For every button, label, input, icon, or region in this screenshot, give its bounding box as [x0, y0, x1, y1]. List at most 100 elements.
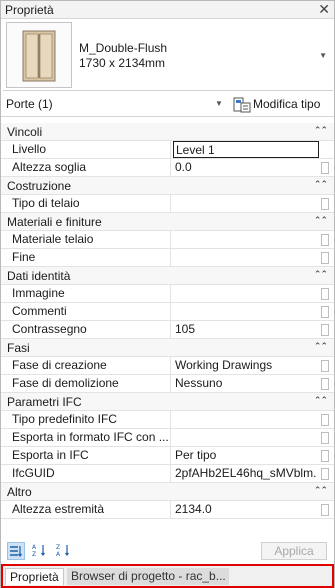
- group-label: Costruzione: [7, 179, 72, 193]
- svg-text:A: A: [32, 544, 37, 551]
- panel-tab-bar: Proprietà Browser di progetto - rac_b...: [1, 564, 334, 588]
- associate-parameter-button[interactable]: [321, 414, 329, 426]
- property-name: Commenti: [1, 303, 171, 321]
- svg-text:Z: Z: [32, 551, 36, 558]
- property-value[interactable]: 2134.0: [173, 501, 316, 519]
- property-row: Fase di demolizione Nessuno: [1, 375, 334, 393]
- property-value[interactable]: Level 1: [173, 141, 319, 158]
- property-row: Materiale telaio: [1, 231, 334, 249]
- collapse-icon[interactable]: ⌃⌃: [314, 395, 328, 406]
- close-icon[interactable]: ✕: [318, 1, 330, 18]
- associate-parameter-button[interactable]: [321, 432, 329, 444]
- chevron-down-icon[interactable]: ▼: [215, 99, 223, 108]
- property-name: Fine: [1, 249, 171, 267]
- property-name: Livello: [1, 141, 171, 159]
- property-name: Tipo predefinito IFC: [1, 411, 171, 429]
- property-value[interactable]: [173, 303, 316, 321]
- edit-type-label: Modifica tipo: [253, 97, 321, 111]
- type-name-block: M_Double-Flush 1730 x 2134mm: [79, 41, 167, 71]
- property-value[interactable]: [173, 195, 316, 213]
- property-group-header[interactable]: Dati identità ⌃⌃: [1, 267, 334, 285]
- property-value[interactable]: 2pfAHb2EL46hq_sMVblm...: [173, 465, 316, 483]
- associate-parameter-button[interactable]: [321, 504, 329, 516]
- chevron-down-icon[interactable]: ▼: [319, 51, 327, 60]
- svg-text:A: A: [56, 551, 61, 558]
- selection-filter-dropdown[interactable]: Porte (1): [6, 97, 53, 111]
- property-value[interactable]: Nessuno: [173, 375, 316, 393]
- property-value[interactable]: [173, 285, 316, 303]
- group-label: Dati identità: [7, 269, 71, 283]
- property-value[interactable]: Per tipo: [173, 447, 316, 465]
- tab-project-browser[interactable]: Browser di progetto - rac_b...: [67, 568, 229, 585]
- property-group-header[interactable]: Vincoli ⌃⌃: [1, 123, 334, 141]
- type-size: 1730 x 2134mm: [79, 56, 166, 70]
- property-value[interactable]: [173, 231, 316, 249]
- group-label: Fasi: [7, 341, 30, 355]
- associate-parameter-button[interactable]: [321, 468, 329, 480]
- apply-button[interactable]: Applica: [261, 542, 327, 560]
- property-group-header[interactable]: Materiali e finiture ⌃⌃: [1, 213, 334, 231]
- property-name: Altezza soglia: [1, 159, 171, 177]
- group-label: Parametri IFC: [7, 395, 82, 409]
- associate-parameter-button[interactable]: [321, 360, 329, 372]
- panel-title: Proprietà: [5, 3, 54, 17]
- edit-type-icon: [233, 97, 251, 113]
- associate-parameter-button[interactable]: [321, 162, 329, 174]
- associate-parameter-button[interactable]: [321, 252, 329, 264]
- sort-by-group-icon[interactable]: [7, 542, 25, 560]
- property-name: IfcGUID: [1, 465, 171, 483]
- collapse-icon[interactable]: ⌃⌃: [314, 485, 328, 496]
- door-thumbnail: [6, 22, 72, 88]
- property-name: Materiale telaio: [1, 231, 171, 249]
- selection-filter-row: Porte (1) ▼ Modifica tipo: [1, 93, 334, 117]
- property-name: Contrassegno: [1, 321, 171, 339]
- property-value[interactable]: [173, 429, 316, 447]
- collapse-icon[interactable]: ⌃⌃: [314, 179, 328, 190]
- property-row: Esporta in IFC Per tipo: [1, 447, 334, 465]
- property-row: Commenti: [1, 303, 334, 321]
- property-row: Tipo predefinito IFC: [1, 411, 334, 429]
- associate-parameter-button[interactable]: [321, 324, 329, 336]
- type-selector[interactable]: M_Double-Flush 1730 x 2134mm ▼: [3, 20, 333, 91]
- property-row: Tipo di telaio: [1, 195, 334, 213]
- collapse-icon[interactable]: ⌃⌃: [314, 215, 328, 226]
- sort-descending-icon[interactable]: Z A: [55, 542, 73, 560]
- property-value[interactable]: 105: [173, 321, 316, 339]
- bottom-toolbar: A Z Z A Applica: [1, 539, 334, 563]
- property-row: Esporta in formato IFC con ...: [1, 429, 334, 447]
- property-value[interactable]: Working Drawings: [173, 357, 316, 375]
- property-value[interactable]: 0.0: [173, 159, 316, 177]
- group-label: Materiali e finiture: [7, 215, 102, 229]
- associate-parameter-button[interactable]: [321, 306, 329, 318]
- type-name: M_Double-Flush: [79, 41, 168, 55]
- properties-panel: Proprietà ✕ M_Double-Flush 1730 x 2134mm…: [0, 0, 335, 588]
- property-row: Contrassegno 105: [1, 321, 334, 339]
- property-group-header[interactable]: Costruzione ⌃⌃: [1, 177, 334, 195]
- collapse-icon[interactable]: ⌃⌃: [314, 269, 328, 280]
- property-name: Esporta in IFC: [1, 447, 171, 465]
- associate-parameter-button[interactable]: [321, 234, 329, 246]
- property-group-header[interactable]: Parametri IFC ⌃⌃: [1, 393, 334, 411]
- property-grid: Vincoli ⌃⌃ Livello Level 1 Altezza soglia 0.0…: [1, 123, 334, 519]
- edit-type-button[interactable]: Modifica tipo: [231, 95, 324, 115]
- property-group-header[interactable]: Altro ⌃⌃: [1, 483, 334, 501]
- group-label: Vincoli: [7, 125, 43, 139]
- associate-parameter-button[interactable]: [321, 288, 329, 300]
- property-group-header[interactable]: Fasi ⌃⌃: [1, 339, 334, 357]
- svg-text:Z: Z: [56, 544, 60, 551]
- collapse-icon[interactable]: ⌃⌃: [314, 341, 328, 352]
- property-name: Tipo di telaio: [1, 195, 171, 213]
- associate-parameter-button[interactable]: [321, 450, 329, 462]
- property-row: Fase di creazione Working Drawings: [1, 357, 334, 375]
- associate-parameter-button[interactable]: [321, 198, 329, 210]
- property-row: Fine: [1, 249, 334, 267]
- tab-properties[interactable]: Proprietà: [5, 568, 64, 585]
- property-name: Immagine: [1, 285, 171, 303]
- property-name: Altezza estremità: [1, 501, 171, 519]
- collapse-icon[interactable]: ⌃⌃: [314, 125, 328, 136]
- property-value[interactable]: [173, 249, 316, 267]
- associate-parameter-button[interactable]: [321, 378, 329, 390]
- property-value[interactable]: [173, 411, 316, 429]
- property-row: Altezza estremità 2134.0: [1, 501, 334, 519]
- sort-ascending-icon[interactable]: A Z: [31, 542, 49, 560]
